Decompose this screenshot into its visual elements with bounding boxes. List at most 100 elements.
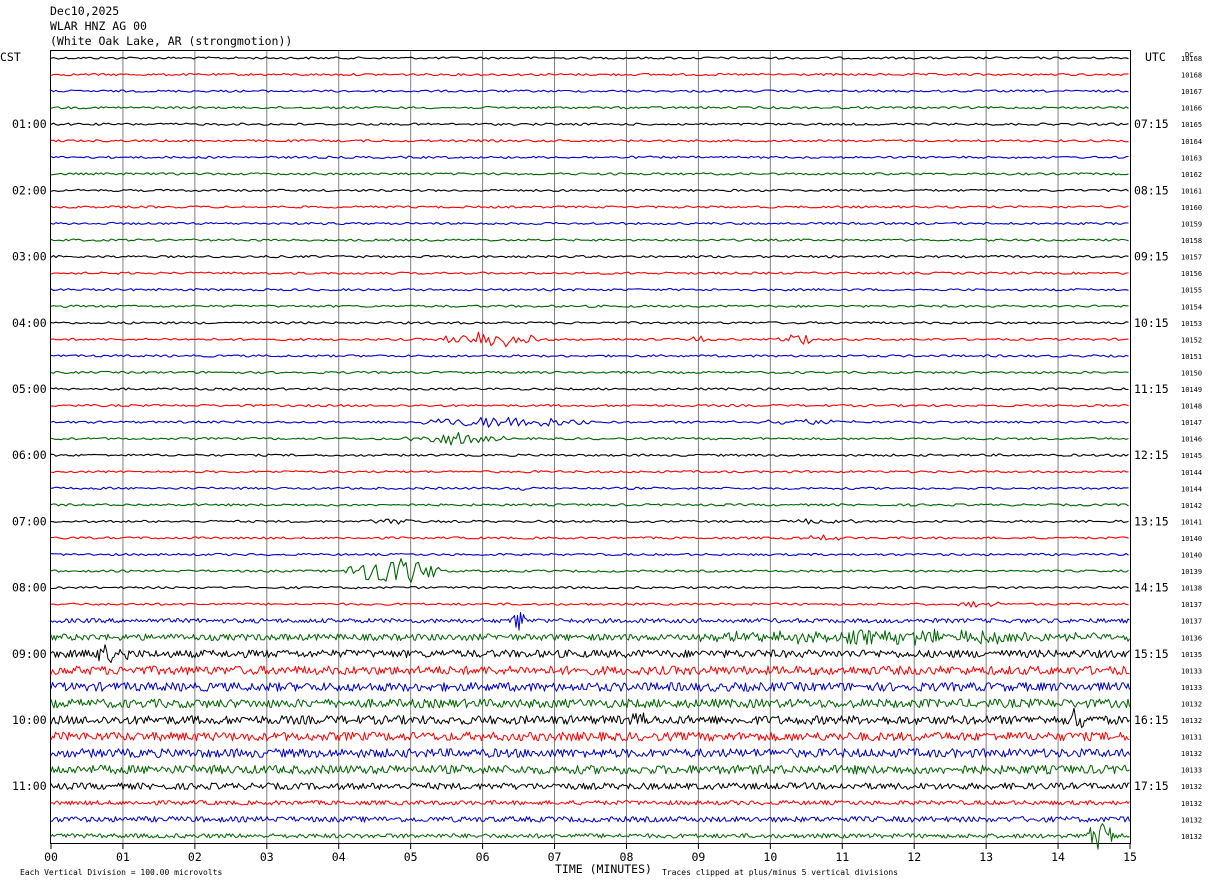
dc-offset-label: 10145 <box>1181 452 1202 460</box>
trace-row-13 <box>50 271 1129 275</box>
clip-note: Traces clipped at plus/minus 5 vertical … <box>662 868 898 877</box>
trace-row-4 <box>50 122 1129 126</box>
trace-row-37 <box>50 665 1130 676</box>
trace-row-35 <box>50 628 1130 646</box>
dc-offset-label: 10167 <box>1181 88 1202 96</box>
x-tick-label: 10 <box>763 850 777 864</box>
dc-offset-label: 10148 <box>1181 403 1202 411</box>
trace-row-21 <box>50 403 1129 408</box>
x-tick-label: 09 <box>691 850 705 864</box>
trace-row-27 <box>50 503 1129 507</box>
dc-offset-label: 10168 <box>1181 72 1202 80</box>
cst-hour-label: 07:00 <box>12 514 47 528</box>
utc-hour-label: 16:15 <box>1134 713 1169 727</box>
seismic-traces <box>50 56 1130 850</box>
trace-row-17 <box>50 331 1129 348</box>
dc-offset-label: 10133 <box>1181 684 1202 692</box>
trace-row-44 <box>50 782 1130 790</box>
header-station: WLAR HNZ AG 00 <box>50 19 147 33</box>
utc-hour-label: 17:15 <box>1134 779 1169 793</box>
dc-offset-label: 10151 <box>1181 353 1202 361</box>
cst-hour-label: 03:00 <box>12 250 47 264</box>
utc-hour-label: 14:15 <box>1134 581 1169 595</box>
trace-row-11 <box>50 238 1129 242</box>
trace-row-23 <box>50 431 1129 446</box>
dc-offset-label: 10131 <box>1181 734 1202 742</box>
dc-offset-label: 10166 <box>1181 105 1202 113</box>
x-tick-label: 12 <box>907 850 921 864</box>
dc-offset-label: 10154 <box>1181 303 1202 311</box>
dc-offset-label: 10165 <box>1181 121 1202 129</box>
dc-offset-label: 10144 <box>1181 469 1202 477</box>
left-timezone-label: CST <box>0 50 21 64</box>
trace-row-29 <box>50 534 1129 541</box>
trace-row-31 <box>50 558 1129 583</box>
dc-offset-label: 10132 <box>1181 700 1202 708</box>
cst-hour-label: 04:00 <box>12 316 47 330</box>
trace-row-38 <box>50 682 1130 692</box>
utc-hour-label: 12:15 <box>1134 448 1169 462</box>
scale-note: Each Vertical Division = 100.00 microvol… <box>20 868 222 877</box>
utc-hour-label: 08:15 <box>1134 183 1169 197</box>
dc-offset-label: 10168 <box>1181 55 1202 63</box>
trace-row-14 <box>50 288 1129 292</box>
dc-offset-label: 10164 <box>1181 138 1202 146</box>
trace-row-34 <box>50 611 1130 631</box>
plot-frame <box>50 50 1131 844</box>
dc-offset-label: 10133 <box>1181 667 1202 675</box>
trace-row-40 <box>50 707 1130 728</box>
utc-hour-label: 15:15 <box>1134 647 1169 661</box>
trace-row-33 <box>50 601 1129 608</box>
dc-offset-label: 10158 <box>1181 237 1202 245</box>
header-date: Dec10,2025 <box>50 4 119 18</box>
trace-row-6 <box>50 155 1129 159</box>
trace-row-26 <box>50 486 1129 491</box>
x-tick-label: 15 <box>1123 850 1137 864</box>
cst-hour-label: 05:00 <box>12 382 47 396</box>
x-tick-label: 01 <box>116 850 130 864</box>
dc-offset-labels: 10168 10168 10167 10166 10165 10164 10163 10162… <box>1181 55 1202 841</box>
dc-offset-label: 10132 <box>1181 750 1202 758</box>
cst-hour-label: 08:00 <box>12 581 47 595</box>
dc-offset-label: 10160 <box>1181 204 1202 212</box>
cst-hour-label: 11:00 <box>12 779 47 793</box>
utc-hour-label: 10:15 <box>1134 316 1169 330</box>
trace-row-36 <box>50 644 1130 664</box>
dc-offset-label: 10138 <box>1181 585 1202 593</box>
utc-hour-label: 13:15 <box>1134 514 1169 528</box>
trace-row-45 <box>50 800 1130 806</box>
dc-offset-label: 10140 <box>1181 535 1202 543</box>
utc-hour-label: 07:15 <box>1134 117 1169 131</box>
dc-offset-label: 10135 <box>1181 651 1202 659</box>
dc-offset-label: 10136 <box>1181 634 1202 642</box>
dc-offset-label: 10163 <box>1181 154 1202 162</box>
dc-offset-label: 10132 <box>1181 800 1202 808</box>
dc-offset-label: 10137 <box>1181 618 1202 626</box>
dc-offset-label: 10157 <box>1181 254 1202 262</box>
dc-offset-label: 10150 <box>1181 369 1202 377</box>
trace-row-32 <box>50 585 1129 590</box>
right-timezone-label: UTC <box>1145 50 1166 64</box>
dc-offset-label: 10140 <box>1181 552 1202 560</box>
cst-hour-label: 01:00 <box>12 117 47 131</box>
trace-row-28 <box>50 518 1129 525</box>
trace-row-30 <box>50 552 1129 557</box>
trace-row-16 <box>50 321 1129 325</box>
trace-row-0 <box>50 56 1129 60</box>
trace-row-10 <box>50 221 1129 226</box>
cst-hour-label: 06:00 <box>12 448 47 462</box>
trace-row-24 <box>50 453 1129 457</box>
cst-hour-label: 02:00 <box>12 183 47 197</box>
x-axis-title: TIME (MINUTES) <box>555 862 652 876</box>
dc-offset-label: 10162 <box>1181 171 1202 179</box>
x-tick-label: 13 <box>979 850 993 864</box>
trace-row-46 <box>50 816 1130 823</box>
trace-row-8 <box>50 188 1129 193</box>
x-axis-ticks: 00 01 02 03 04 05 06 07 08 09 10 11 12 13 14 15 <box>44 844 1137 864</box>
trace-row-43 <box>50 764 1130 775</box>
minute-gridlines <box>122 51 1059 843</box>
dc-offset-label: 10146 <box>1181 436 1202 444</box>
trace-row-3 <box>50 106 1129 110</box>
utc-hour-label: 11:15 <box>1134 382 1169 396</box>
dc-offset-label: 10132 <box>1181 783 1202 791</box>
